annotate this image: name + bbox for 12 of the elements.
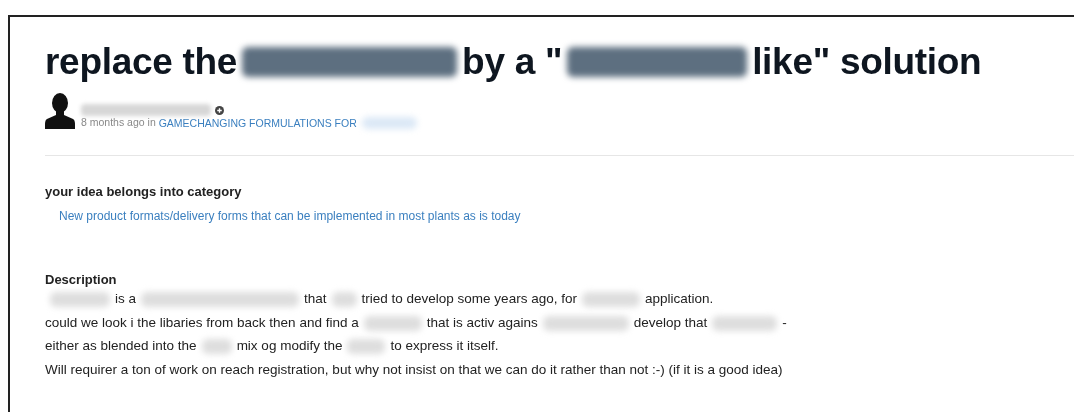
- add-icon[interactable]: [215, 105, 224, 115]
- description-line: Will requirer a ton of work on reach registration, but why not insist on that we can do it rather than not :-) (if it is a good idea): [45, 360, 783, 379]
- user-avatar-icon: [45, 93, 75, 130]
- description-line: either as blended into the mix og modify the to express it itself.: [45, 337, 499, 356]
- idea-title: replace the by a " like" solution: [45, 40, 983, 85]
- category-heading: your idea belongs into category: [45, 184, 243, 200]
- group-link[interactable]: GAMECHANGING FORMULATIONS FOR: [158, 116, 422, 130]
- description-line: is a that tried to develop some years ago, for application.: [45, 288, 714, 311]
- category-link[interactable]: New product formats/delivery forms that can be implemented in most plants as is today: [59, 209, 521, 224]
- description-heading: Description: [45, 272, 118, 288]
- post-meta: 8 months ago in GAMECHANGING FORMULATIONS FOR: [81, 116, 422, 130]
- description-line: could we look i the libaries from back then and find a that is activ agains develop that -: [45, 314, 787, 333]
